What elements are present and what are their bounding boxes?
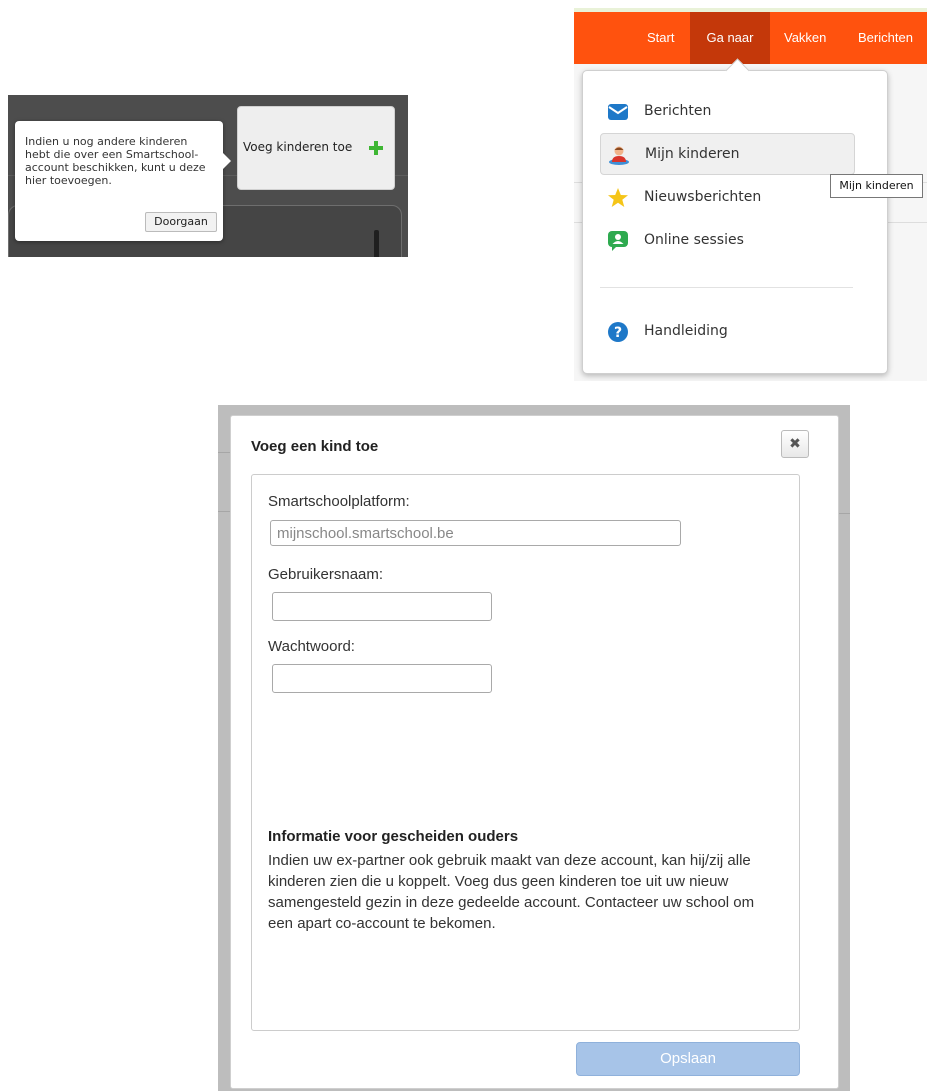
info-text: Indien uw ex-partner ook gebruik maakt v…	[268, 852, 755, 932]
envelope-icon	[608, 104, 628, 120]
password-label: Wachtwoord:	[268, 638, 355, 655]
menu-item-nieuwsberichten[interactable]: Nieuwsberichten	[600, 177, 853, 217]
add-children-label: Voeg kinderen toe	[243, 140, 353, 154]
tooltip-panel: Indien u nog andere kinderen hebt die ov…	[8, 95, 408, 257]
hover-tooltip: Mijn kinderen	[830, 174, 923, 198]
person-icon	[609, 146, 629, 165]
menu-item-label: Mijn kinderen	[645, 146, 740, 162]
chat-person-icon	[608, 231, 628, 251]
username-label: Gebruikersnaam:	[268, 566, 384, 583]
modal-panel: Voeg een kind toe ✖ Smartschoolplatform:…	[218, 405, 850, 1091]
menu-item-label: Berichten	[644, 103, 712, 119]
platform-label: Smartschoolplatform:	[268, 493, 410, 510]
plus-icon	[369, 141, 383, 155]
platform-input[interactable]: mijnschool.smartschool.be	[270, 520, 681, 546]
form-container: Smartschoolplatform: mijnschool.smartsch…	[251, 474, 800, 1031]
scrollbar[interactable]	[374, 230, 379, 257]
menu-item-handleiding[interactable]: ? Handleiding	[600, 311, 853, 351]
menu-item-berichten[interactable]: Berichten	[600, 91, 853, 131]
add-children-button[interactable]: Voeg kinderen toe	[237, 106, 395, 190]
svg-text:?: ?	[614, 325, 622, 341]
nav-ga-naar[interactable]: Ga naar	[690, 12, 770, 64]
menu-item-label: Online sessies	[644, 232, 744, 248]
ga-naar-dropdown: Berichten Mijn kinderen Nieuwsberichten	[582, 58, 888, 374]
nav-vakken[interactable]: Vakken	[784, 12, 826, 64]
divider	[838, 513, 850, 514]
star-icon	[608, 188, 628, 207]
menu-item-mijn-kinderen[interactable]: Mijn kinderen	[600, 133, 855, 175]
tooltip-text: Indien u nog andere kinderen hebt die ov…	[25, 135, 206, 187]
question-icon: ?	[608, 322, 628, 342]
nav-start[interactable]: Start	[647, 12, 674, 64]
onboarding-tooltip: Indien u nog andere kinderen hebt die ov…	[15, 121, 231, 241]
username-field[interactable]	[272, 592, 492, 621]
dialog-title: Voeg een kind toe	[251, 438, 379, 455]
navigation-panel: Start Ga naar Vakken Berichten Berichten…	[574, 8, 927, 381]
save-button[interactable]: Opslaan	[576, 1042, 800, 1076]
continue-button[interactable]: Doorgaan	[145, 212, 217, 232]
divider	[218, 511, 230, 512]
menu-item-label: Handleiding	[644, 323, 728, 339]
menu-item-online-sessies[interactable]: Online sessies	[600, 220, 853, 260]
info-title: Informatie voor gescheiden ouders	[268, 828, 519, 845]
password-field[interactable]	[272, 664, 492, 693]
close-icon[interactable]: ✖	[781, 430, 809, 458]
menu-item-label: Nieuwsberichten	[644, 189, 762, 205]
divider	[218, 452, 230, 453]
menu-separator	[600, 287, 853, 288]
add-child-dialog: Voeg een kind toe ✖ Smartschoolplatform:…	[230, 415, 839, 1089]
top-navbar: Start Ga naar Vakken Berichten	[574, 12, 927, 64]
nav-berichten[interactable]: Berichten	[858, 12, 913, 64]
